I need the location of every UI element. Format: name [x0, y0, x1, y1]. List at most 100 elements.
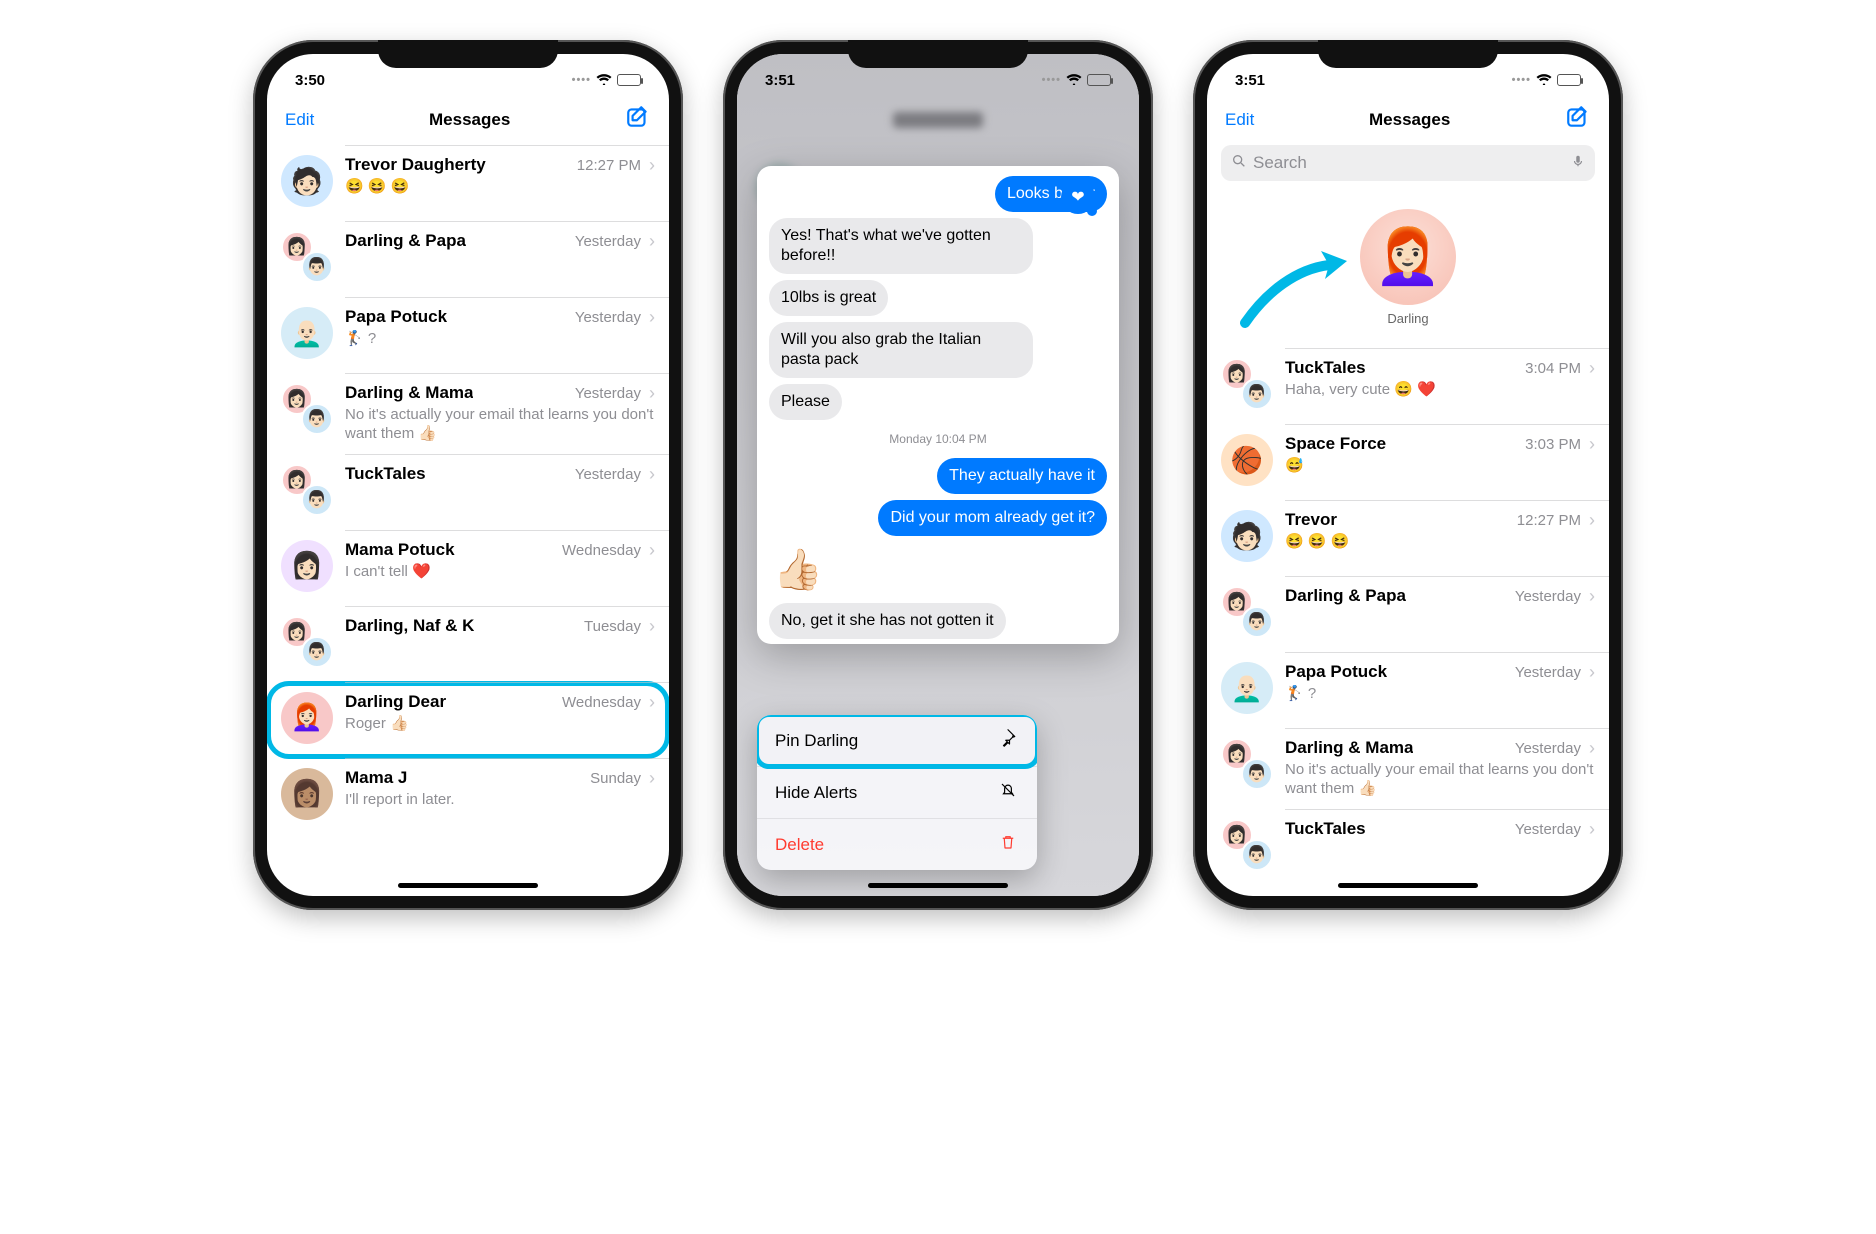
cell-signal-icon: ••••	[1042, 74, 1061, 86]
avatar: 🧑🏻	[281, 155, 333, 207]
avatar: 👩🏻👨🏻	[1221, 586, 1273, 638]
row-content: Darling, Naf & KTuesday›	[345, 616, 655, 639]
avatar: 👩🏻‍🦰	[281, 692, 333, 744]
chevron-right-icon: ›	[649, 307, 655, 328]
conversation-row[interactable]: 👩🏻👨🏻Darling & PapaYesterday›	[267, 221, 669, 297]
conversation-time: Yesterday	[575, 233, 641, 250]
conversation-name: Papa Potuck	[1285, 662, 1387, 682]
compose-button[interactable]	[625, 104, 651, 135]
conversation-row[interactable]: 👩🏻👨🏻 Darling & Mama Yesterday ›No it's actu…	[1207, 728, 1609, 809]
conversation-row[interactable]: 👨🏻‍🦲Papa PotuckYesterday›🏌🏻 ?	[267, 297, 669, 373]
conversation-row[interactable]: 👩🏻👨🏻TuckTales3:04 PM›Haha, very cute 😄 ❤…	[1207, 348, 1609, 424]
conversation-row[interactable]: 👩🏻👨🏻 Darling & PapaYesterday›	[1207, 576, 1609, 652]
conversation-row[interactable]: 👩🏻👨🏻Darling & MamaYesterday›No it's actu…	[267, 373, 669, 454]
avatar: 👩🏻👨🏻	[281, 616, 333, 668]
conversation-time: Yesterday	[575, 466, 641, 483]
battery-icon	[1087, 74, 1111, 86]
battery-icon	[617, 74, 641, 86]
conversation-preview: 😆 😆 😆	[1285, 533, 1595, 552]
chevron-right-icon: ›	[1589, 662, 1595, 683]
chevron-right-icon: ›	[649, 383, 655, 404]
conversation-name: Darling, Naf & K	[345, 616, 474, 636]
conversation-row[interactable]: 🧑🏻Trevor12:27 PM›😆 😆 😆	[1207, 500, 1609, 576]
conversation-preview: 😅	[1285, 457, 1595, 476]
conversation-list[interactable]: 👩🏻👨🏻TuckTales3:04 PM›Haha, very cute 😄 ❤…	[1207, 348, 1609, 896]
avatar: 👩🏻👨🏻	[281, 383, 333, 435]
message-bubble-sent: Did your mom already get it?	[878, 500, 1107, 536]
screen-1: 3:50 •••• Edit Messages 🧑🏻Trevor Daugher…	[267, 54, 669, 896]
conversation-time: Yesterday	[1515, 740, 1581, 757]
conversation-preview: I'll report in later.	[345, 791, 655, 810]
notch	[1318, 40, 1498, 68]
conversation-name: Darling & Papa	[1285, 586, 1406, 606]
conversation-list[interactable]: 🧑🏻Trevor Daugherty12:27 PM›😆 😆 😆👩🏻👨🏻Darl…	[267, 145, 669, 896]
avatar: 👩🏻👨🏻	[1221, 819, 1273, 871]
menu-item-pin[interactable]: Pin Darling	[757, 715, 1037, 766]
conversation-preview: 🏌🏻 ?	[1285, 685, 1595, 704]
dictation-icon[interactable]	[1571, 152, 1585, 175]
status-time: 3:50	[295, 72, 325, 89]
conversation-row[interactable]: 👩🏻‍🦰Darling DearWednesday›Roger 👍🏻	[267, 682, 669, 758]
status-right: ••••	[1512, 72, 1581, 89]
chevron-right-icon: ›	[649, 540, 655, 561]
message-bubble-received: 10lbs is great	[769, 280, 888, 316]
wifi-icon	[596, 72, 612, 89]
row-content: Darling & MamaYesterday›No it's actually…	[345, 383, 655, 444]
status-right: ••••	[572, 72, 641, 89]
search-placeholder: Search	[1253, 153, 1307, 173]
avatar: 👨🏻‍🦲	[1221, 662, 1273, 714]
conversation-row[interactable]: 👩🏽Mama JSunday›I'll report in later.	[267, 758, 669, 834]
battery-icon	[1557, 74, 1581, 86]
avatar: 🧑🏻	[1221, 510, 1273, 562]
conversation-preview-card[interactable]: Looks better ❤︎ Yes! That's what we've g…	[757, 166, 1119, 644]
pinned-contact-name: Darling	[1387, 311, 1428, 326]
conversation-name: Darling & Mama	[1285, 738, 1413, 758]
search-icon	[1231, 153, 1247, 174]
conversation-name: Papa Potuck	[345, 307, 447, 327]
home-indicator[interactable]	[1338, 883, 1478, 888]
conversation-preview: No it's actually your email that learns …	[345, 406, 655, 444]
conversation-row[interactable]: 🏀Space Force3:03 PM›😅	[1207, 424, 1609, 500]
row-content: TuckTalesYesterday›	[345, 464, 655, 487]
chevron-right-icon: ›	[1589, 819, 1595, 840]
conversation-time: Yesterday	[575, 309, 641, 326]
avatar: 👩🏻	[281, 540, 333, 592]
conversation-row[interactable]: 👩🏻👨🏻TuckTalesYesterday›	[267, 454, 669, 530]
chevron-right-icon: ›	[649, 464, 655, 485]
home-indicator[interactable]	[868, 883, 1008, 888]
row-content: Darling & PapaYesterday›	[345, 231, 655, 254]
conversation-time: 12:27 PM	[577, 157, 641, 174]
row-content: Darling & PapaYesterday›	[1285, 586, 1595, 609]
menu-item-hide-alerts[interactable]: Hide Alerts	[757, 766, 1037, 818]
screen-2: 3:51 •••• Looks better ❤︎ Yes! That's wh…	[737, 54, 1139, 896]
search-field[interactable]: Search	[1221, 145, 1595, 181]
status-time: 3:51	[765, 72, 795, 89]
conversation-row[interactable]: 👩🏻Mama PotuckWednesday›I can't tell ❤️	[267, 530, 669, 606]
conversation-name: Trevor	[1285, 510, 1337, 530]
edit-button[interactable]: Edit	[285, 110, 314, 130]
home-indicator[interactable]	[398, 883, 538, 888]
pinned-contact[interactable]: 👩🏻‍🦰 Darling	[1360, 209, 1456, 326]
conversation-time: Sunday	[590, 770, 641, 787]
conversation-row[interactable]: 👨🏻‍🦲 Papa Potuck Yesterday › 🏌🏻 ?	[1207, 652, 1609, 728]
edit-button[interactable]: Edit	[1225, 110, 1254, 130]
menu-item-delete[interactable]: Delete	[757, 818, 1037, 870]
avatar: 👩🏻👨🏻	[1221, 738, 1273, 790]
trash-icon	[997, 833, 1019, 856]
compose-button[interactable]	[1565, 104, 1591, 135]
avatar: 👩🏻👨🏻	[1221, 358, 1273, 410]
device-frame-3: 3:51 •••• Edit Messages Search	[1193, 40, 1623, 910]
conversation-row[interactable]: 👩🏻👨🏻TuckTalesYesterday›	[1207, 809, 1609, 885]
chevron-right-icon: ›	[1589, 738, 1595, 759]
chevron-right-icon: ›	[649, 692, 655, 713]
device-frame-1: 3:50 •••• Edit Messages 🧑🏻Trevor Daugher…	[253, 40, 683, 910]
cell-signal-icon: ••••	[1512, 74, 1531, 86]
chevron-right-icon: ›	[649, 616, 655, 637]
conversation-time: Yesterday	[1515, 664, 1581, 681]
conversation-row[interactable]: 👩🏻👨🏻 Darling, Naf & KTuesday›	[267, 606, 669, 682]
annotation-arrow-icon	[1237, 251, 1347, 336]
conversation-row[interactable]: 🧑🏻Trevor Daugherty12:27 PM›😆 😆 😆	[267, 145, 669, 221]
nav-bar: Edit Messages	[267, 98, 669, 145]
message-bubble-received: No, get it she has not gotten it	[769, 603, 1006, 639]
conversation-preview: No it's actually your email that learns …	[1285, 761, 1595, 799]
